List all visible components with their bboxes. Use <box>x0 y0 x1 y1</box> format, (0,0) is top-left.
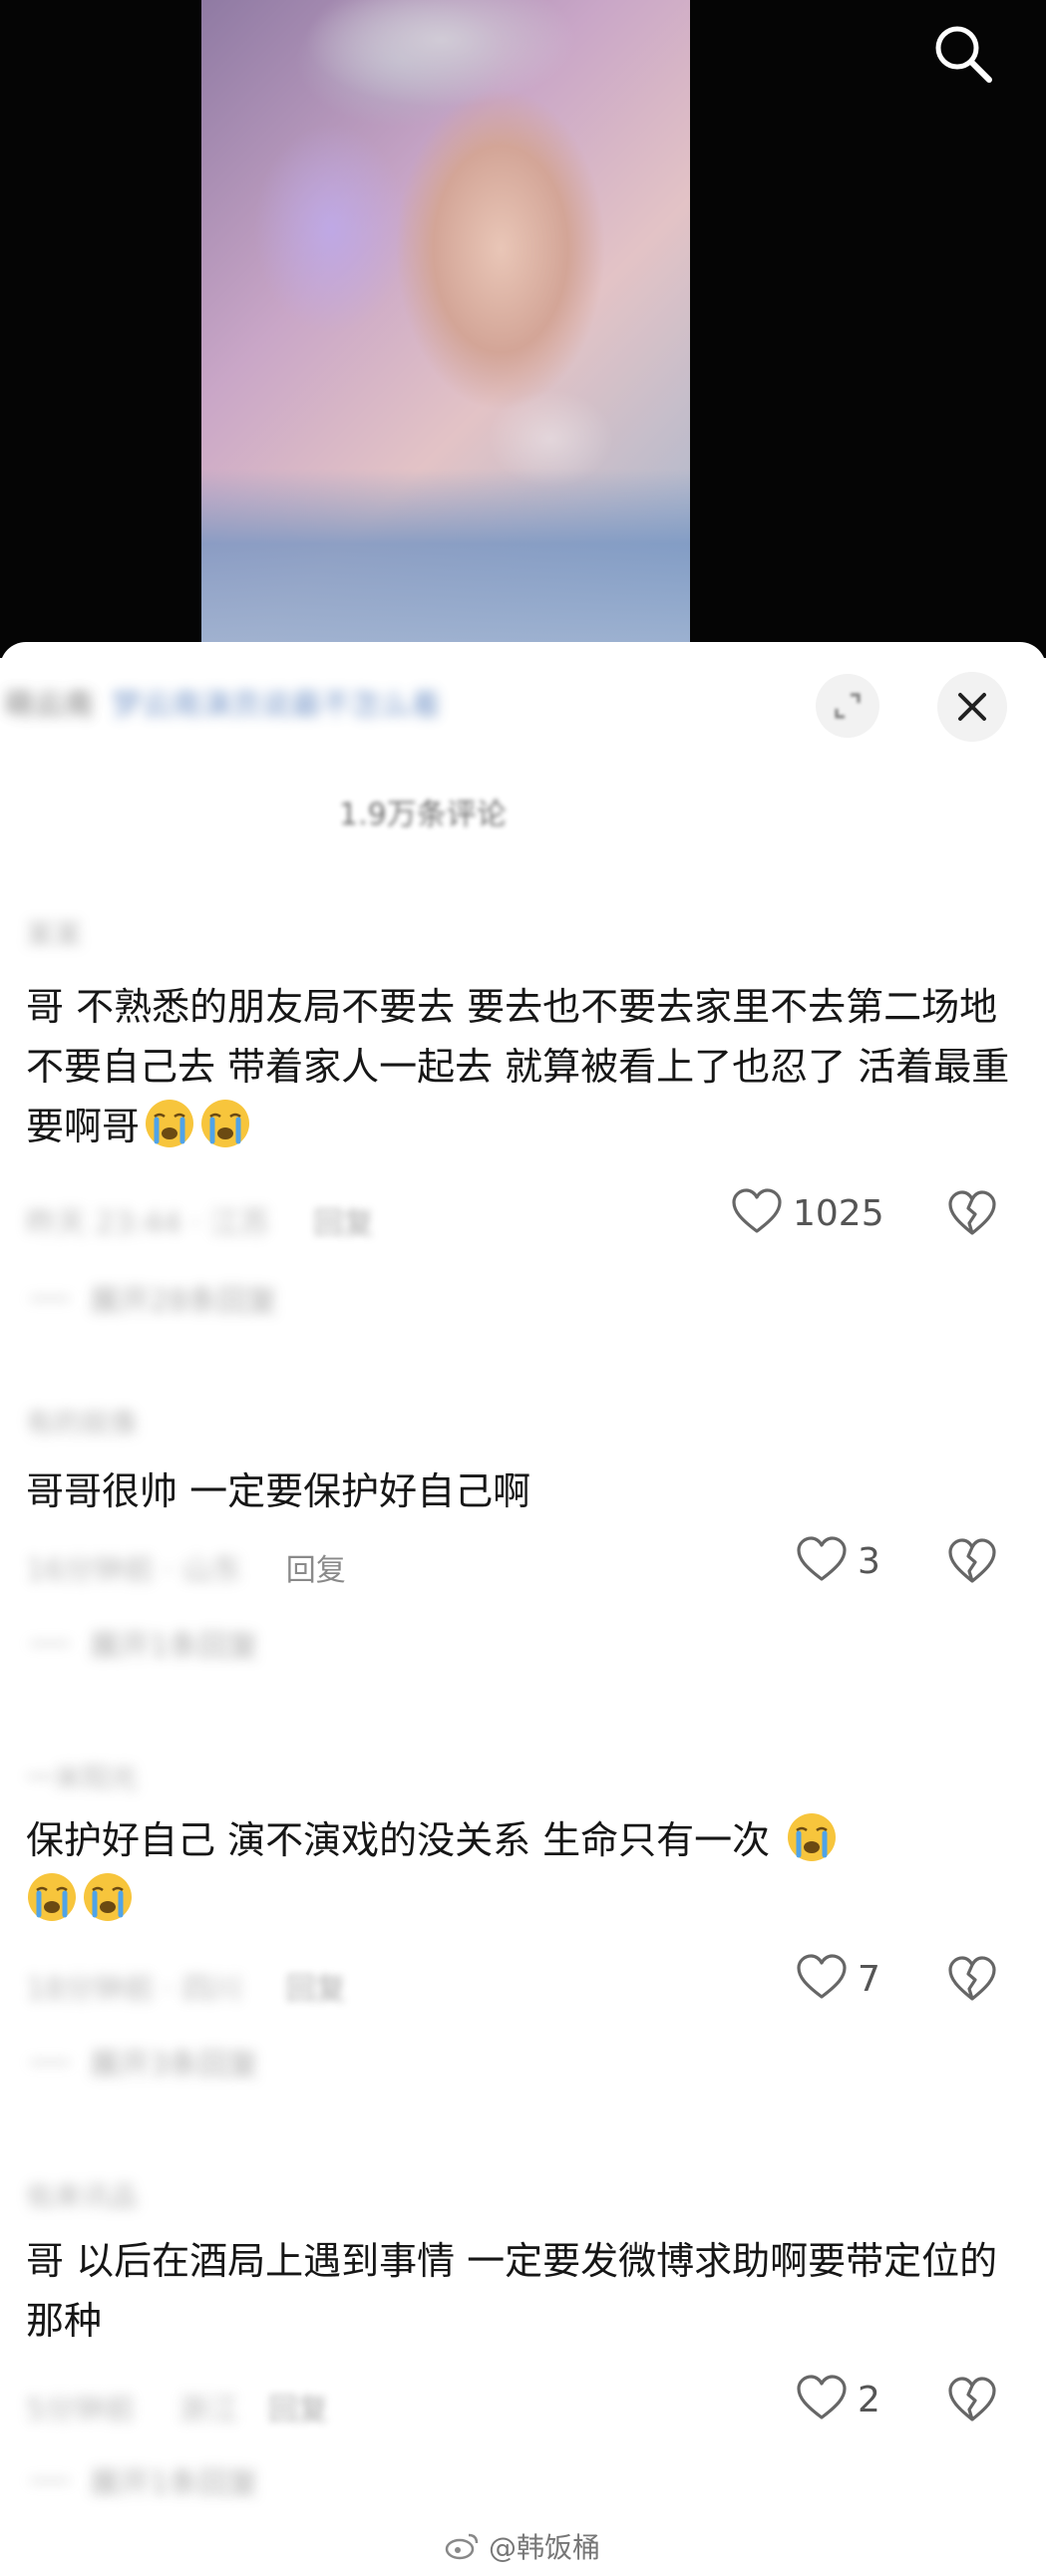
broken-heart-icon <box>947 1538 997 1588</box>
video-area[interactable] <box>0 0 1046 658</box>
dislike-button[interactable] <box>947 1538 997 1588</box>
expand-icon <box>835 693 861 719</box>
heart-icon <box>796 2375 848 2424</box>
video-thumbnail <box>201 0 690 658</box>
reply-button[interactable]: 回复 <box>286 1964 346 2008</box>
comment-time: 昨天 23:44 · 江苏 <box>26 1206 270 1241</box>
comment-username[interactable]: 佑来讯品 <box>26 2175 138 2215</box>
comment-meta: 18分钟前 · 四川 回复 <box>26 1964 346 2008</box>
like-button[interactable]: 3 <box>796 1536 880 1586</box>
comment-username[interactable]: 一米阳光 <box>26 1757 138 1796</box>
comment-meta: 5分钟前 浙江 回复 <box>26 2385 328 2428</box>
comment-count: 1.9万条评论 <box>339 798 507 832</box>
sheet-header: 萌云南 梦云南演员说最不怎么着 <box>0 680 802 724</box>
comment-username[interactable]: 某某 <box>26 913 82 953</box>
author-name: 萌云南 <box>4 688 94 723</box>
expand-replies[interactable]: 展开1条回复 <box>30 1621 258 1665</box>
dislike-button[interactable] <box>947 2377 997 2426</box>
comment-time: 18分钟前 · 四川 <box>26 1972 242 2007</box>
expand-replies[interactable]: 展开3条回复 <box>30 2040 258 2084</box>
comment-text: 哥哥很帅 一定要保护好自己啊 <box>26 1469 531 1513</box>
crying-emoji <box>82 1871 134 1923</box>
dislike-button[interactable] <box>947 1956 997 2006</box>
crying-emoji <box>199 1098 251 1149</box>
like-count: 7 <box>858 1958 880 2000</box>
comment-time: 5分钟前 <box>26 2393 136 2427</box>
comment-username[interactable]: 有的就像 <box>26 1402 138 1442</box>
dislike-button[interactable] <box>947 1190 997 1240</box>
like-button[interactable]: 2 <box>796 2375 880 2424</box>
like-button[interactable]: 7 <box>796 1954 880 2004</box>
broken-heart-icon <box>947 2377 997 2426</box>
reply-button[interactable]: 回复 <box>314 1198 374 1242</box>
comment-text: 哥 以后在酒局上遇到事情 一定要发微博求助啊要带定位的那种 <box>26 2239 998 2343</box>
like-count: 1025 <box>793 1192 884 1234</box>
watermark: @韩饭桶 <box>445 2526 600 2566</box>
reply-button[interactable]: 回复 <box>268 2385 328 2428</box>
like-count: 3 <box>858 1540 880 1582</box>
broken-heart-icon <box>947 1956 997 2006</box>
crying-emoji <box>144 1098 195 1149</box>
watermark-text: @韩饭桶 <box>489 2531 601 2564</box>
comment-region: 浙江 <box>178 2393 239 2427</box>
like-count: 2 <box>858 2379 880 2420</box>
comment-text: 哥 不熟悉的朋友局不要去 要去也不要去家里不去第二场地 不要自己去 带着家人一起… <box>26 985 1010 1149</box>
reply-button[interactable]: 回复 <box>286 1545 346 1589</box>
broken-heart-icon <box>947 1190 997 1240</box>
heart-icon <box>731 1188 783 1238</box>
heart-icon <box>796 1536 848 1586</box>
comment-meta: 昨天 23:44 · 江苏 回复 <box>26 1198 374 1242</box>
weibo-logo <box>445 2533 479 2560</box>
crying-emoji <box>26 1871 78 1923</box>
search-icon[interactable] <box>927 18 997 88</box>
expand-button[interactable] <box>816 674 879 738</box>
comment-text: 保护好自己 演不演戏的没关系 生命只有一次 <box>26 1810 1023 1930</box>
expand-replies[interactable]: 展开28条回复 <box>30 1276 277 1320</box>
heart-icon <box>796 1954 848 2004</box>
comment-meta: 16分钟前 · 山东 回复 <box>26 1545 346 1589</box>
video-title-link[interactable]: 梦云南演员说最不怎么着 <box>112 680 441 724</box>
expand-replies[interactable]: 展开1条回复 <box>30 2458 258 2502</box>
like-button[interactable]: 1025 <box>731 1188 884 1238</box>
comment-time: 16分钟前 · 山东 <box>26 1553 242 1588</box>
close-icon <box>958 693 986 721</box>
close-button[interactable] <box>937 672 1007 742</box>
crying-emoji <box>786 1811 838 1863</box>
